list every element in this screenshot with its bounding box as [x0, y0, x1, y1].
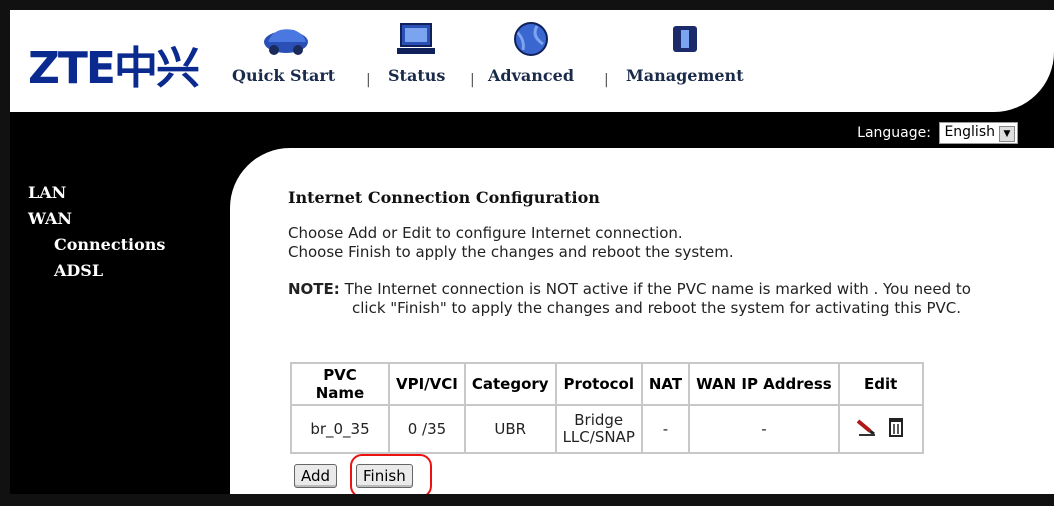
edit-pencil-icon[interactable]: [856, 417, 878, 441]
note-text: NOTE: The Internet connection is NOT act…: [288, 280, 1054, 318]
column-header: NAT: [640, 362, 691, 406]
main-panel: Internet Connection Configuration Choose…: [230, 148, 1054, 494]
sidebar-item-adsl[interactable]: ADSL: [28, 258, 165, 284]
sidebar-item-lan[interactable]: LAN: [28, 180, 165, 206]
nav-quick-start[interactable]: Quick Start: [232, 20, 335, 85]
page-title: Internet Connection Configuration: [288, 188, 600, 207]
car-icon: [256, 20, 312, 58]
add-button[interactable]: Add: [294, 464, 338, 488]
browser-frame: ZTE中兴 Quick Start | Status | Advanced | …: [0, 0, 1054, 506]
nav-management[interactable]: Management: [626, 20, 744, 85]
nav-advanced[interactable]: Advanced: [488, 20, 574, 85]
column-header: Category: [463, 362, 557, 406]
protocol-line: LLC/SNAP: [562, 428, 635, 446]
language-label: Language:: [857, 125, 931, 141]
trash-icon[interactable]: [887, 416, 905, 442]
category-cell: UBR: [463, 404, 557, 454]
header-bar: ZTE中兴 Quick Start | Status | Advanced | …: [10, 10, 1054, 112]
note-line: click "Finish" to apply the changes and …: [352, 299, 962, 317]
protocol-line: Bridge: [574, 411, 624, 429]
nav-label: Management: [626, 66, 744, 85]
language-selector: Language: English ▼: [857, 122, 1018, 144]
table-header-row: PVC Name VPI/VCI Category Protocol NAT W…: [290, 362, 924, 406]
nav-label: Advanced: [488, 66, 575, 85]
description-line: Choose Finish to apply the changes and r…: [288, 243, 734, 261]
folder-icon: [657, 20, 713, 58]
note-label: NOTE:: [288, 280, 340, 298]
nav-separator: |: [604, 72, 609, 88]
column-header: WAN IP Address: [688, 362, 840, 406]
note-line: The Internet connection is NOT active if…: [344, 280, 971, 298]
vpi-vci-cell: 0 /35: [388, 404, 466, 454]
nav-label: Quick Start: [232, 66, 336, 85]
nav-status[interactable]: Status: [388, 20, 445, 85]
page-description: Choose Add or Edit to configure Internet…: [288, 224, 734, 262]
protocol-cell: Bridge LLC/SNAP: [554, 404, 643, 454]
column-header: PVC Name: [290, 362, 390, 406]
description-line: Choose Add or Edit to configure Internet…: [288, 224, 683, 242]
sidebar-item-wan[interactable]: WAN: [28, 206, 165, 232]
chevron-down-icon: ▼: [999, 126, 1015, 142]
monitor-icon: [389, 20, 445, 58]
nav-separator: |: [366, 72, 371, 88]
wan-ip-cell: -: [688, 404, 840, 454]
sidebar: LAN WAN Connections ADSL: [28, 180, 165, 284]
globe-icon: [503, 20, 559, 58]
language-dropdown[interactable]: English ▼: [939, 122, 1018, 144]
nav-separator: |: [470, 72, 475, 88]
sidebar-item-connections[interactable]: Connections: [28, 232, 165, 258]
nat-cell: -: [640, 404, 691, 454]
zte-logo: ZTE中兴: [28, 43, 200, 94]
connections-table: PVC Name VPI/VCI Category Protocol NAT W…: [290, 362, 924, 454]
nav-label: Status: [388, 66, 446, 85]
edit-cell: [837, 404, 924, 454]
pvc-name-cell: br_0_35: [290, 404, 390, 454]
finish-button[interactable]: Finish: [356, 464, 413, 488]
language-value: English: [944, 124, 995, 140]
table-row: br_0_35 0 /35 UBR Bridge LLC/SNAP - -: [290, 404, 924, 454]
column-header: VPI/VCI: [388, 362, 466, 406]
column-header: Edit: [837, 362, 924, 406]
column-header: Protocol: [554, 362, 643, 406]
